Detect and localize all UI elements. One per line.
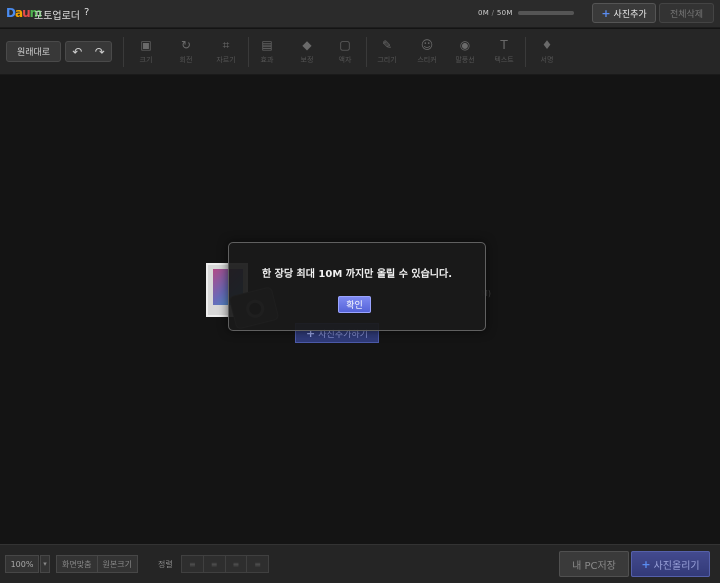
tool-effect[interactable]: ▤ 효과: [247, 37, 287, 69]
toolbar-divider: [525, 37, 526, 67]
pen-icon: ✎: [381, 38, 393, 52]
tool-draw[interactable]: ✎ 그리기: [367, 37, 407, 69]
save-to-pc-button[interactable]: 내 PC저장: [559, 551, 629, 577]
smiley-icon: ☺: [420, 38, 434, 52]
fit-button-group: 화면맞춤 원본크기: [56, 555, 138, 573]
toolbar-divider: [123, 37, 124, 67]
eraser-icon: ◆: [302, 38, 312, 52]
zoom-select[interactable]: 100%: [5, 555, 39, 573]
logo-letter: u: [22, 6, 30, 20]
fit-screen-button[interactable]: 화면맞춤: [57, 556, 97, 572]
alert-dialog: 한 장당 최대 10M 까지만 올릴 수 있습니다. 확인: [228, 242, 486, 331]
delete-all-button[interactable]: 전체삭제: [659, 3, 714, 23]
tool-frame[interactable]: ▢ 액자: [325, 37, 365, 69]
bottom-bar: 100% ▾ 화면맞춤 원본크기 정렬 ≡ ≡ ≡ ≡ 내 PC저장 + 사진올…: [0, 544, 720, 583]
text-icon: T: [500, 38, 508, 52]
tool-label: 텍스트: [494, 56, 514, 64]
undo-icon[interactable]: ↶: [72, 45, 82, 59]
align-center-icon[interactable]: ≡: [202, 556, 225, 572]
usage-used: 0M: [478, 9, 490, 17]
align-justify-icon[interactable]: ≡: [246, 556, 268, 572]
tool-rotate[interactable]: ↻ 회전: [166, 37, 206, 69]
tool-label: 액자: [338, 56, 352, 64]
signature-icon: ♦: [541, 38, 553, 52]
rotate-icon: ↻: [180, 38, 192, 52]
tool-label: 스티커: [417, 56, 437, 64]
usage-total: 50M: [496, 9, 513, 17]
edit-toolbar: 원래대로 ↶ ↷ ▣ 크기 ↻ 회전 ⌗ 자르기 ▤ 효과 ◆ 보정 ▢ 액자 …: [0, 29, 720, 75]
tool-signature[interactable]: ♦ 서명: [527, 37, 567, 69]
confirm-button[interactable]: 확인: [338, 296, 371, 313]
tool-label: 효과: [260, 56, 274, 64]
usage-separator: /: [491, 9, 495, 17]
upload-photo-button[interactable]: + 사진올리기: [631, 551, 710, 577]
logo-letter: a: [14, 6, 23, 20]
tool-label: 크기: [139, 56, 153, 64]
resize-icon: ▣: [140, 38, 152, 52]
tool-label: 보정: [300, 56, 314, 64]
storage-usage: 0M / 50M: [478, 9, 513, 17]
undo-redo-group: ↶ ↷: [65, 41, 112, 62]
redo-icon[interactable]: ↷: [95, 45, 105, 59]
alert-message: 한 장당 최대 10M 까지만 올릴 수 있습니다.: [261, 269, 453, 280]
frame-icon: ▢: [339, 38, 351, 52]
tool-label: 그리기: [377, 56, 397, 64]
logo-letter: D: [6, 6, 16, 20]
add-photo-label: 사진추가: [613, 9, 647, 20]
tool-label: 회전: [179, 56, 193, 64]
align-button-group: ≡ ≡ ≡ ≡: [181, 555, 269, 573]
original-size-button[interactable]: 원본크기: [96, 556, 138, 572]
add-photo-button[interactable]: + 사진추가: [592, 3, 656, 23]
tool-crop[interactable]: ⌗ 자르기: [206, 37, 246, 69]
tool-label: 자르기: [216, 56, 236, 64]
tool-label: 말풍선: [455, 56, 475, 64]
tool-sticker[interactable]: ☺ 스티커: [407, 37, 447, 69]
app-title: 포토업로더: [34, 11, 80, 22]
tool-resize[interactable]: ▣ 크기: [126, 37, 166, 69]
plus-icon: +: [641, 557, 651, 571]
help-icon[interactable]: ?: [84, 7, 89, 18]
speech-bubble-icon: ◉: [459, 38, 471, 52]
title-bar: Daum 포토업로더 ? 0M / 50M + 사진추가 전체삭제: [0, 0, 720, 28]
align-label: 정렬: [158, 560, 173, 569]
plus-icon: +: [601, 6, 611, 20]
align-left-icon[interactable]: ≡: [182, 556, 203, 572]
upload-photo-label: 사진올리기: [653, 560, 700, 572]
chevron-down-icon[interactable]: ▾: [40, 555, 50, 573]
tool-label: 서명: [540, 56, 554, 64]
align-right-icon[interactable]: ≡: [224, 556, 247, 572]
tool-speech-bubble[interactable]: ◉ 말풍선: [445, 37, 485, 69]
usage-progress-bar: [518, 11, 574, 15]
original-button[interactable]: 원래대로: [6, 41, 61, 62]
effect-icon: ▤: [261, 38, 273, 52]
tool-text[interactable]: T 텍스트: [484, 37, 524, 69]
tool-adjust[interactable]: ◆ 보정: [287, 37, 327, 69]
crop-icon: ⌗: [222, 38, 230, 52]
